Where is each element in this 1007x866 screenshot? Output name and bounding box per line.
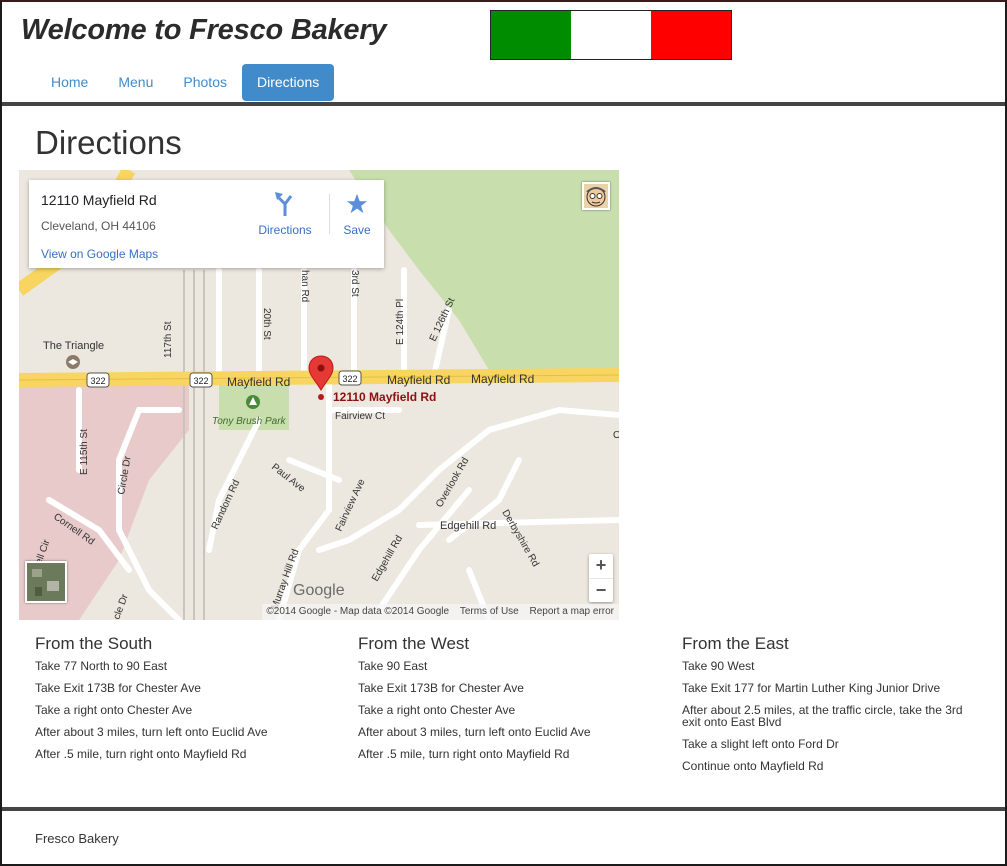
label-e117th: 117th St <box>163 321 174 358</box>
directions-button[interactable]: Directions <box>255 190 315 237</box>
zoom-control: + − <box>589 554 613 602</box>
satellite-view-toggle[interactable] <box>25 561 67 603</box>
label-fairview-ct: Fairview Ct <box>335 411 385 422</box>
east-steps: Take 90 West Take Exit 177 for Martin Lu… <box>682 660 982 772</box>
west-step: After .5 mile, turn right onto Mayfield … <box>358 747 570 761</box>
us322-label-1: 322 <box>90 376 105 386</box>
directions-label: Directions <box>258 223 312 237</box>
south-step: Take a right onto Chester Ave <box>35 703 193 717</box>
label-han-rd: han Rd <box>299 270 310 302</box>
label-e123rd: 3rd St <box>349 270 360 297</box>
star-icon <box>327 190 387 218</box>
south-step: After .5 mile, turn right onto Mayfield … <box>35 747 247 761</box>
school-icon <box>66 355 80 369</box>
directions-from-west: From the West Take 90 East Take Exit 173… <box>358 634 658 770</box>
flag-white-band <box>571 11 651 59</box>
east-step: Take Exit 177 for Martin Luther King Jun… <box>682 681 941 695</box>
avatar-face-icon <box>586 187 606 207</box>
embedded-map[interactable]: 322 322 322 Mayfield Rd Mayfield Rd Mayf… <box>19 170 619 620</box>
west-step: Take Exit 173B for Chester Ave <box>358 681 524 695</box>
label-edgehill-rd: Edgehill Rd <box>440 520 496 532</box>
footer-text: Fresco Bakery <box>35 831 119 846</box>
label-e115th: E 115th St <box>79 429 90 475</box>
satellite-thumbnail-icon <box>27 563 65 601</box>
us322-shield-3: 322 <box>338 370 362 386</box>
italian-flag <box>490 10 732 60</box>
nav-directions[interactable]: Directions <box>241 64 335 101</box>
card-address-line1: 12110 Mayfield Rd <box>41 192 157 208</box>
west-step: Take a right onto Chester Ave <box>358 703 516 717</box>
label-mayfield-2: Mayfield Rd <box>387 373 450 387</box>
site-title: Welcome to Fresco Bakery <box>21 14 387 46</box>
nav-menu[interactable]: Menu <box>103 64 168 101</box>
directions-from-south: From the South Take 77 North to 90 East … <box>35 634 335 770</box>
save-button[interactable]: Save <box>327 190 387 237</box>
google-logo: Google <box>293 582 345 599</box>
east-step: Take a slight left onto Ford Dr <box>682 737 839 751</box>
label-e124th-pl: E 124th Pl <box>395 299 406 345</box>
directions-from-east: From the East Take 90 West Take Exit 177… <box>682 634 982 782</box>
tree-icon <box>246 395 260 409</box>
east-step: Take 90 West <box>682 659 755 673</box>
south-heading: From the South <box>35 634 153 653</box>
zoom-in-button[interactable]: + <box>589 554 613 579</box>
label-e120th: 20th St <box>261 308 272 340</box>
nav-home[interactable]: Home <box>36 64 103 101</box>
directions-icon <box>255 190 315 218</box>
main-nav: Home Menu Photos Directions <box>36 64 335 101</box>
west-steps: Take 90 East Take Exit 173B for Chester … <box>358 660 658 760</box>
map-copyright: ©2014 Google - Map data ©2014 Google <box>266 606 450 617</box>
south-steps: Take 77 North to 90 East Take Exit 173B … <box>35 660 335 760</box>
us322-label-3: 322 <box>342 374 357 384</box>
south-step: Take 77 North to 90 East <box>35 659 168 673</box>
east-heading: From the East <box>682 634 789 653</box>
label-mayfield-3: Mayfield Rd <box>471 372 534 386</box>
zoom-out-button[interactable]: − <box>589 579 613 603</box>
flag-red-band <box>651 11 731 59</box>
user-avatar[interactable] <box>582 182 610 210</box>
flag-green-band <box>491 11 571 59</box>
us322-shield-2: 322 <box>189 372 213 388</box>
page-frame: Welcome to Fresco Bakery Home Menu Photo… <box>0 0 1007 866</box>
south-step: Take Exit 173B for Chester Ave <box>35 681 201 695</box>
us322-label-2: 322 <box>193 376 208 386</box>
map-attribution: ©2014 Google - Map data ©2014 Google Ter… <box>262 604 619 620</box>
label-tony-brush-park: Tony Brush Park <box>212 416 287 427</box>
label-mayfield-1: Mayfield Rd <box>227 375 290 389</box>
save-label: Save <box>343 223 371 237</box>
east-step: After about 2.5 miles, at the traffic ci… <box>682 703 963 729</box>
map-info-card: 12110 Mayfield Rd Cleveland, OH 44106 Vi… <box>29 180 384 268</box>
west-step: Take 90 East <box>358 659 428 673</box>
west-heading: From the West <box>358 634 470 653</box>
label-the-triangle: The Triangle <box>43 340 104 352</box>
terms-of-use-link[interactable]: Terms of Use <box>460 606 519 617</box>
page-heading: Directions <box>35 124 182 161</box>
footer-divider <box>2 807 1005 811</box>
west-step: After about 3 miles, turn left onto Eucl… <box>358 725 591 739</box>
nav-photos[interactable]: Photos <box>168 64 242 101</box>
card-address-line2: Cleveland, OH 44106 <box>41 219 156 233</box>
report-map-error-link[interactable]: Report a map error <box>530 606 614 617</box>
marker-label: 12110 Mayfield Rd <box>333 390 436 404</box>
south-step: After about 3 miles, turn left onto Eucl… <box>35 725 268 739</box>
us322-shield-1: 322 <box>86 372 110 388</box>
header-divider <box>2 102 1005 106</box>
label-o-edge: O <box>613 430 619 441</box>
east-step: Continue onto Mayfield Rd <box>682 759 824 773</box>
view-on-google-maps-link[interactable]: View on Google Maps <box>41 247 158 261</box>
